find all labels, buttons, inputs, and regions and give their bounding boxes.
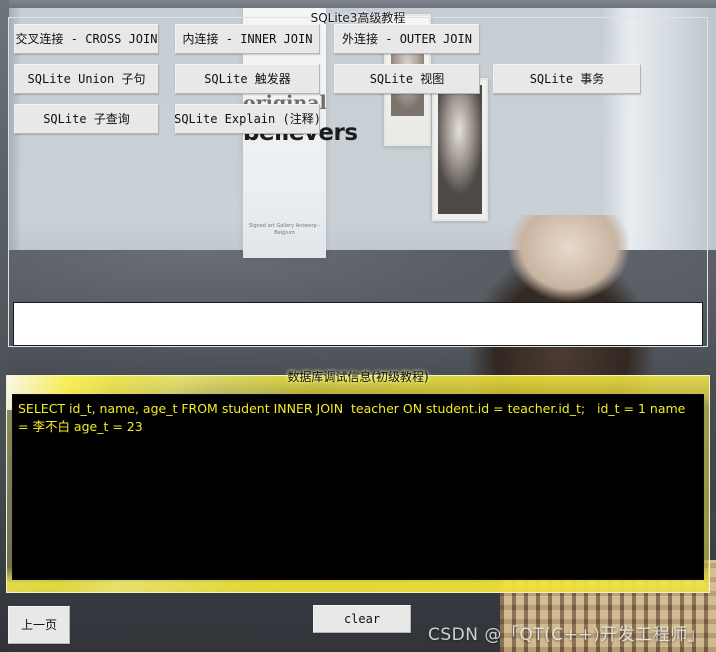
debug-console-output[interactable]: SELECT id_t, name, age_t FROM student IN… — [12, 394, 704, 580]
application-window: original believers Signed art Gallery An… — [0, 0, 716, 652]
debug-info-title: 数据库调试信息(初级教程) — [287, 370, 429, 384]
view-button[interactable]: SQLite 视图 — [334, 64, 480, 94]
explain-button[interactable]: SQLite Explain (注释) — [174, 104, 321, 134]
transaction-button[interactable]: SQLite 事务 — [493, 64, 641, 94]
inner-join-button[interactable]: 内连接 - INNER JOIN — [175, 24, 320, 54]
outer-join-button[interactable]: 外连接 - OUTER JOIN — [334, 24, 480, 54]
csdn-watermark: CSDN @「QT(C++)开发工程师」 — [428, 625, 706, 645]
sql-input-field[interactable] — [13, 302, 703, 346]
union-clause-button[interactable]: SQLite Union 子句 — [14, 64, 159, 94]
cross-join-button[interactable]: 交叉连接 - CROSS JOIN — [14, 24, 159, 54]
clear-button[interactable]: clear — [313, 605, 411, 633]
background-top-strip — [0, 0, 716, 8]
previous-page-button[interactable]: 上一页 — [8, 606, 70, 644]
trigger-button[interactable]: SQLite 触发器 — [175, 64, 320, 94]
subquery-button[interactable]: SQLite 子查询 — [14, 104, 159, 134]
